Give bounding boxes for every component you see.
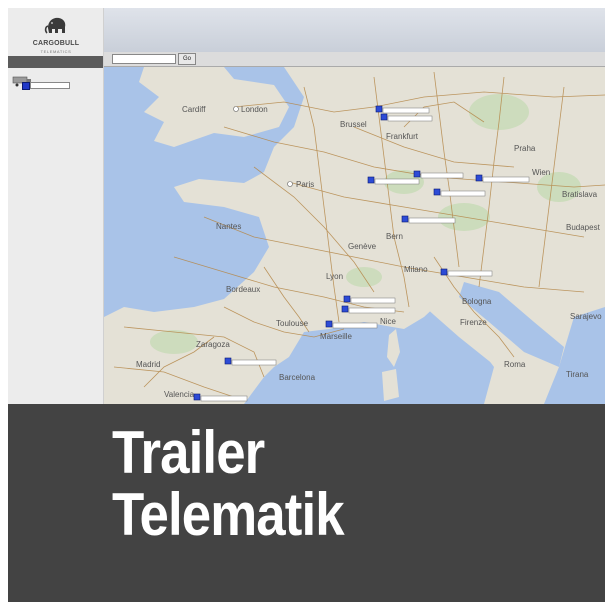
city-dot-paris: [287, 181, 293, 187]
city-label-paris: Paris: [296, 180, 314, 189]
vehicle-name-field: [30, 82, 70, 89]
city-label-zaragoza: Zaragoza: [196, 340, 230, 349]
banner-title-line2: Telematik: [112, 481, 345, 548]
city-label-toulouse: Toulouse: [276, 319, 309, 328]
city-dot-london: [233, 106, 239, 112]
city-label-brussel: Brussel: [340, 120, 367, 129]
city-label-sarajevo: Sarajevo: [570, 312, 602, 321]
city-label-nantes: Nantes: [216, 222, 241, 231]
sidebar: CARGOBULL TELEMATICS: [8, 8, 104, 404]
city-label-cardiff: Cardiff: [182, 105, 206, 114]
city-label-bordeaux: Bordeaux: [226, 285, 260, 294]
city-label-nice: Nice: [380, 317, 397, 326]
city-label-praha: Praha: [514, 144, 536, 153]
city-label-valencia: Valencia: [164, 390, 195, 399]
vehicle-list-item[interactable]: [12, 76, 72, 92]
city-label-bern: Bern: [386, 232, 403, 241]
cargobull-logo: CARGOBULL TELEMATICS: [16, 12, 96, 56]
banner-title: Trailer Telematik: [112, 419, 345, 548]
city-label-milano: Milano: [404, 265, 428, 274]
city-label-marseille: Marseille: [320, 332, 353, 341]
city-label-madrid: Madrid: [136, 360, 160, 369]
map-view[interactable]: Cardiff London Brussel Frankfurt Praha P…: [104, 67, 606, 404]
app-window: CARGOBULL TELEMATICS Go Cardiff London B…: [8, 8, 606, 602]
city-label-lyon: Lyon: [326, 272, 343, 281]
search-input[interactable]: [112, 54, 176, 64]
logo-subtitle: TELEMATICS: [40, 49, 72, 54]
logo-wordmark: CARGOBULL: [32, 40, 80, 47]
sidebar-header-strip: [8, 56, 103, 68]
city-label-bratislava: Bratislava: [562, 190, 598, 199]
landmass-sardinia: [382, 369, 399, 401]
map-canvas[interactable]: Cardiff London Brussel Frankfurt Praha P…: [104, 67, 606, 404]
city-label-frankfurt: Frankfurt: [386, 132, 419, 141]
city-label-london: London: [241, 105, 268, 114]
city-label-tirana: Tirana: [566, 370, 589, 379]
city-label-firenze: Firenze: [460, 318, 487, 327]
top-toolbar: [104, 8, 605, 52]
city-label-budapest: Budapest: [566, 223, 601, 232]
city-label-wien: Wien: [532, 168, 550, 177]
go-button[interactable]: Go: [178, 53, 196, 65]
promo-banner: Trailer Telematik: [8, 404, 605, 602]
elephant-icon: [44, 17, 66, 34]
city-label-roma: Roma: [504, 360, 526, 369]
banner-title-line1: Trailer: [112, 419, 265, 486]
city-label-bologna: Bologna: [462, 297, 492, 306]
search-bar: Go: [104, 52, 605, 67]
vehicle-status-marker: [22, 82, 30, 90]
city-label-geneve: Genève: [348, 242, 377, 251]
city-label-barcelona: Barcelona: [279, 373, 316, 382]
